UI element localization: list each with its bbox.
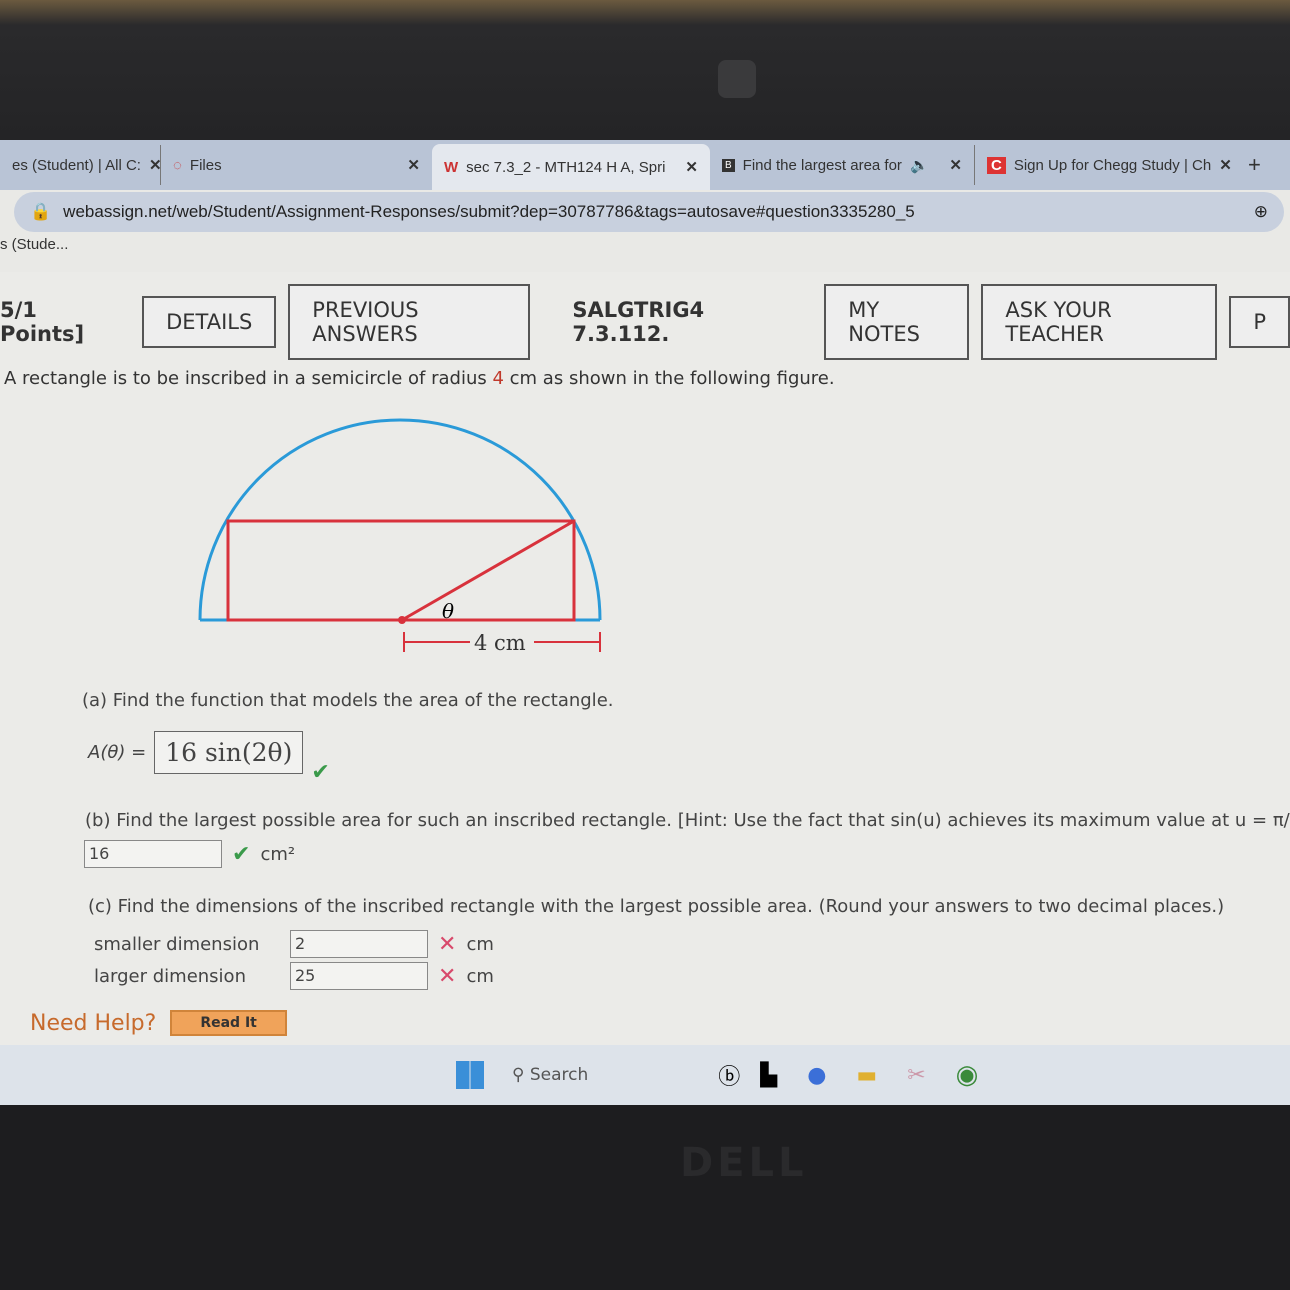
address-bar[interactable]: 🔒 webassign.net/web/Student/Assignment-Re… (14, 192, 1284, 232)
close-icon[interactable]: ✕ (949, 156, 962, 174)
prompt-text: A rectangle is to be inscribed in a semi… (4, 368, 493, 389)
tab-student[interactable]: es (Student) | All C: ✕ (0, 145, 162, 185)
chrome-icon[interactable]: ◉ (956, 1060, 979, 1090)
tab-chegg[interactable]: C Sign Up for Chegg Study | Ch ✕ (974, 145, 1236, 185)
cross-icon: ✕ (438, 931, 457, 957)
question-page: 5/1 Points] DETAILS PREVIOUS ANSWERS SAL… (0, 272, 1290, 1045)
points: 5/1 Points] (0, 298, 85, 346)
prompt-text: cm as shown in the following figure. (503, 368, 835, 389)
radius-label: 4 cm (474, 631, 526, 655)
radius-line (401, 519, 575, 622)
tab-label: es (Student) | All C: (12, 156, 141, 174)
taskbar-search[interactable]: ⚲ Search (512, 1065, 588, 1085)
larger-dimension-row: larger dimension 25 ✕ cm (94, 962, 494, 990)
need-help: Need Help? Read It (30, 1010, 287, 1036)
tab-label: sec 7.3_2 - MTH124 H A, Spri (466, 158, 666, 176)
lock-icon: 🔒 (30, 202, 52, 221)
tab-bar: es (Student) | All C: ✕ ◌ Files ✕ Wsec 7.3_… (0, 140, 1290, 190)
screen: es (Student) | All C: ✕ ◌ Files ✕ Wsec 7.3_… (0, 140, 1290, 1105)
smaller-dimension-input[interactable]: 2 (290, 930, 428, 958)
ask-teacher-button[interactable]: ASK YOUR TEACHER (981, 284, 1218, 360)
part-a-label: A(θ) = (88, 742, 147, 763)
laptop-bezel-top (0, 0, 1290, 140)
new-tab-button[interactable]: + (1236, 145, 1273, 185)
webcam (718, 60, 756, 98)
part-c-text: (c) Find the dimensions of the inscribed… (88, 896, 1225, 917)
unit: cm² (260, 843, 296, 865)
url-text[interactable]: webassign.net/web/Student/Assignment-Res… (63, 202, 915, 222)
close-icon[interactable]: ✕ (685, 158, 698, 176)
check-icon: ✔ (232, 841, 251, 867)
cross-icon: ✕ (438, 963, 457, 989)
tab-label: Files (189, 156, 222, 174)
tab-webassign[interactable]: Wsec 7.3_2 - MTH124 H A, Spri ✕ (432, 144, 710, 190)
question-prompt: A rectangle is to be inscribed in a semi… (4, 368, 835, 389)
windows-start-icon[interactable] (456, 1061, 484, 1089)
page-icon: B (722, 158, 735, 172)
part-a-answer[interactable]: 16 sin(2θ) (154, 731, 304, 774)
tab-find-largest[interactable]: B Find the largest area for 🔈 ✕ (710, 145, 974, 185)
question-header: 5/1 Points] DETAILS PREVIOUS ANSWERS SAL… (0, 284, 1290, 360)
chegg-icon: C (987, 156, 1006, 174)
center-point (398, 616, 406, 624)
unit: cm (466, 933, 494, 955)
inscribed-rectangle (226, 519, 576, 622)
close-icon[interactable]: ✕ (1219, 156, 1232, 174)
bookmark-item[interactable]: s (Stude... (0, 236, 68, 266)
audio-icon: 🔈 (909, 157, 929, 174)
task-view-icon[interactable]: ▙ (760, 1063, 777, 1088)
part-a-answer-row: A(θ) = 16 sin(2θ) ✔ (88, 720, 330, 785)
laptop-bezel-bottom (0, 1105, 1290, 1290)
tab-files[interactable]: ◌ Files ✕ (160, 145, 432, 185)
files-icon: ◌ (173, 156, 182, 174)
snipping-icon[interactable]: ✂ (907, 1063, 925, 1088)
tab-label: Find the largest area for (742, 156, 902, 174)
chat-icon[interactable]: ● (807, 1063, 826, 1088)
zoom-icon[interactable]: ⊕ (1254, 202, 1268, 222)
part-a-text: (a) Find the function that models the ar… (82, 690, 614, 711)
row-label: larger dimension (94, 965, 246, 987)
more-button[interactable]: P (1229, 296, 1290, 348)
dell-logo: DELL (680, 1140, 808, 1186)
unit: cm (466, 965, 494, 987)
part-b-answer-row: 16 ✔ cm² (84, 840, 295, 868)
my-notes-button[interactable]: MY NOTES (824, 284, 970, 360)
smaller-dimension-row: smaller dimension 2 ✕ cm (94, 930, 494, 958)
radius-value: 4 (492, 368, 504, 389)
previous-answers-button[interactable]: PREVIOUS ANSWERS (288, 284, 531, 360)
taskbar: ⚲ Search ⓑ ▙ ● ▬ ✂ ◉ (0, 1045, 1290, 1105)
tab-label: Sign Up for Chegg Study | Ch (1013, 156, 1212, 174)
details-button[interactable]: DETAILS (142, 296, 277, 348)
folder-icon[interactable]: ▬ (856, 1063, 877, 1088)
semicircle-figure: θ 4 cm (198, 418, 602, 656)
need-help-label: Need Help? (30, 1010, 157, 1036)
part-b-input[interactable]: 16 (84, 840, 222, 868)
theta-label: θ (442, 599, 454, 623)
row-label: smaller dimension (94, 933, 260, 955)
search-label: Search (529, 1065, 589, 1085)
question-code: SALGTRIG4 7.3.112. (572, 298, 705, 346)
bing-icon[interactable]: ⓑ (718, 1059, 740, 1091)
part-b-text: (b) Find the largest possible area for s… (85, 810, 1290, 831)
close-icon[interactable]: ✕ (407, 156, 420, 174)
check-icon: ✔ (311, 760, 330, 785)
webassign-icon: W (444, 158, 459, 176)
larger-dimension-input[interactable]: 25 (290, 962, 428, 990)
read-it-button[interactable]: Read It (170, 1010, 287, 1036)
